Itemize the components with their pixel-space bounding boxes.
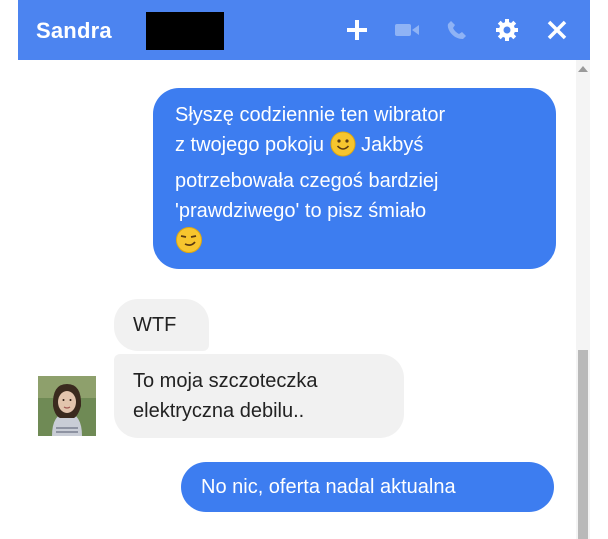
message-text: WTF	[133, 314, 177, 336]
outgoing-message-bubble: Słyszę codziennie ten wibrator z twojego…	[153, 88, 556, 269]
incoming-message-bubble: WTF	[114, 299, 209, 351]
chat-header: Sandra	[18, 0, 590, 60]
redacted-surname	[146, 12, 224, 50]
message-line	[175, 226, 540, 263]
close-icon[interactable]	[542, 14, 572, 46]
plus-icon[interactable]	[342, 14, 372, 46]
smirking-face-emoji	[175, 226, 203, 263]
outgoing-message-bubble: No nic, oferta nadal aktualna	[181, 462, 554, 512]
scroll-up-arrow-icon[interactable]	[578, 66, 588, 72]
phone-icon[interactable]	[442, 14, 472, 46]
smiling-face-emoji	[330, 131, 356, 166]
message-line: 'prawdziwego' to pisz śmiało	[175, 200, 427, 222]
incoming-message-bubble: To moja szczoteczka elektryczna debilu..	[114, 354, 404, 438]
message-line: elektryczna debilu..	[133, 400, 305, 422]
message-line: potrzebowała czegoś bardziej	[175, 170, 439, 192]
video-camera-icon[interactable]	[392, 14, 422, 46]
message-line: Słyszę codziennie ten wibrator	[175, 104, 446, 126]
contact-avatar[interactable]	[38, 376, 96, 436]
message-text: z twojego pokoju	[175, 134, 324, 156]
message-text: No nic, oferta nadal aktualna	[201, 476, 456, 498]
scrollbar[interactable]	[576, 60, 590, 539]
message-line: To moja szczoteczka	[133, 370, 318, 392]
scrollbar-thumb[interactable]	[578, 350, 588, 539]
message-text: Jakbyś	[361, 134, 424, 156]
message-line: z twojego pokoju Jakbyś	[175, 130, 540, 166]
gear-icon[interactable]	[492, 14, 522, 46]
contact-name[interactable]: Sandra	[36, 18, 112, 44]
